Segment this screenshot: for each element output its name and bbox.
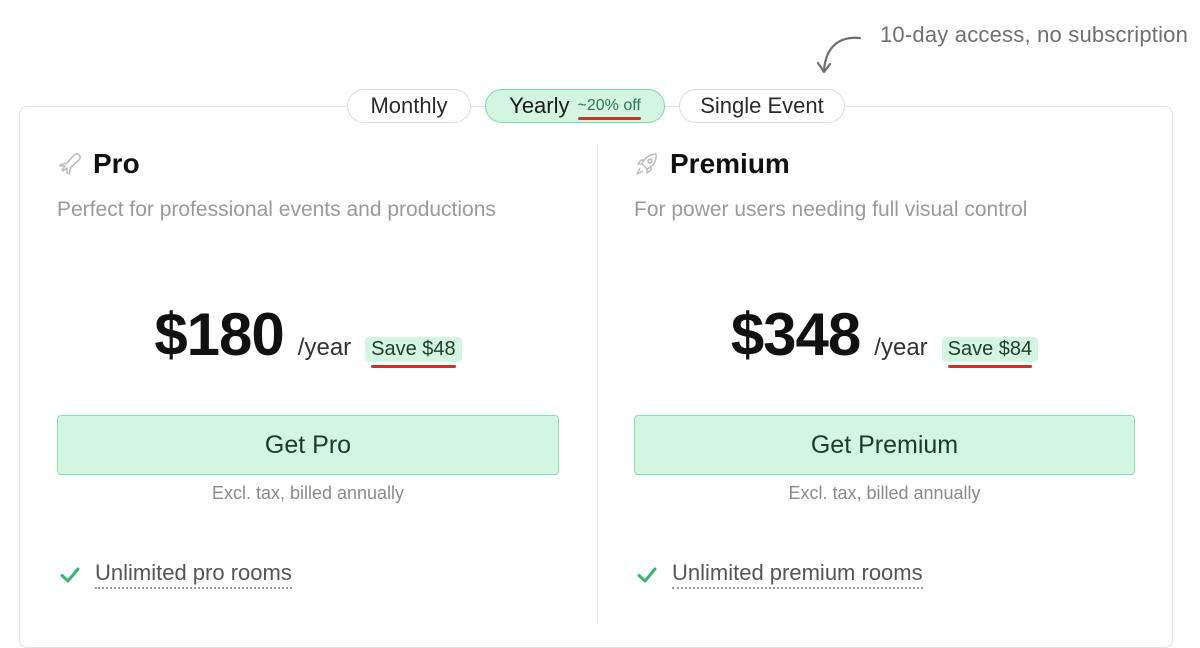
price-period: /year <box>297 334 352 361</box>
discount-badge: ~20% off <box>577 97 642 120</box>
airplane-icon <box>59 153 81 175</box>
plan-header: Pro <box>57 140 559 188</box>
price-period: /year <box>874 334 928 361</box>
toggle-single-event[interactable]: Single Event <box>679 89 845 123</box>
plan-name: Premium <box>670 148 790 179</box>
plan-price: $348 <box>730 301 861 368</box>
get-pro-button-label: Get Pro <box>264 430 352 459</box>
plan-premium: Premium For power users needing full vis… <box>634 140 1135 589</box>
plan-description: Perfect for professional events and prod… <box>57 198 496 221</box>
plan-name: Pro <box>93 148 140 179</box>
savings-badge: Save $48 <box>365 337 462 368</box>
toggle-monthly-label: Monthly <box>370 93 448 118</box>
plan-description: For power users needing full visual cont… <box>634 198 1028 221</box>
price-row: $180 /year Save $48 <box>57 300 559 369</box>
check-icon <box>60 567 80 582</box>
get-premium-button[interactable]: Get Premium <box>634 415 1135 475</box>
check-icon <box>637 567 657 582</box>
billing-period-toggle: Monthly Yearly ~20% off Single Event <box>347 89 845 123</box>
price-row: $348 /year Save $84 <box>634 300 1135 369</box>
toggle-yearly[interactable]: Yearly ~20% off <box>485 89 665 123</box>
billing-note: Excl. tax, billed annually <box>211 483 405 503</box>
get-pro-button[interactable]: Get Pro <box>57 415 559 475</box>
feature-label[interactable]: Unlimited pro rooms <box>95 560 292 589</box>
toggle-single-event-label: Single Event <box>700 93 824 118</box>
rocket-icon <box>636 153 657 175</box>
toggle-yearly-label: Yearly <box>509 93 570 118</box>
plan-price: $180 <box>154 301 284 368</box>
savings-badge: Save $84 <box>941 337 1039 368</box>
feature-label[interactable]: Unlimited premium rooms <box>672 560 923 589</box>
feature-item: Unlimited pro rooms <box>59 560 292 589</box>
toggle-monthly[interactable]: Monthly <box>347 89 471 123</box>
feature-item: Unlimited premium rooms <box>636 560 923 589</box>
billing-note: Excl. tax, billed annually <box>788 483 981 503</box>
get-premium-button-label: Get Premium <box>810 430 959 459</box>
curved-arrow-icon <box>816 36 862 74</box>
plan-divider <box>597 144 598 624</box>
plan-header: Premium <box>634 140 1135 188</box>
plan-pro: Pro Perfect for professional events and … <box>57 140 559 589</box>
annotation-note: 10-day access, no subscription <box>880 22 1189 47</box>
